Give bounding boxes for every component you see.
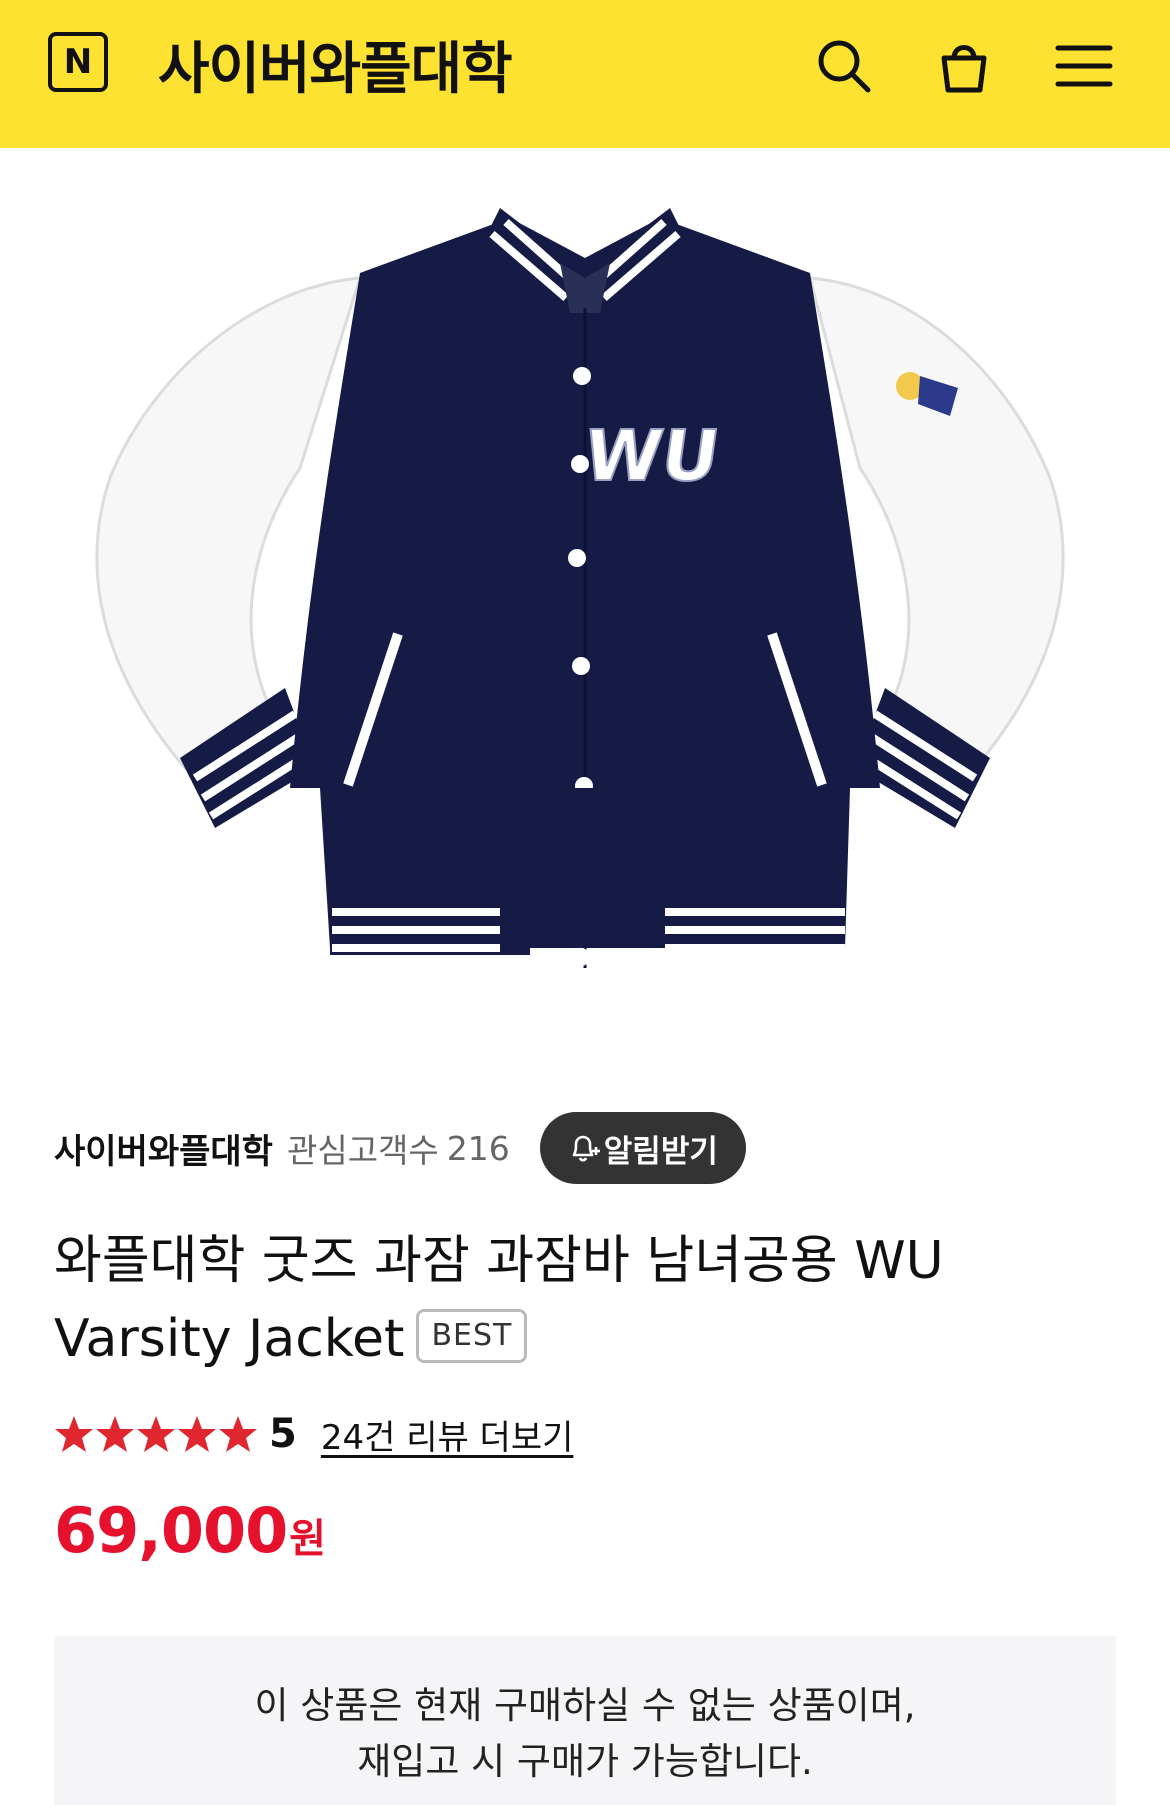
- naver-logo-icon[interactable]: N: [48, 32, 108, 92]
- rating-value: 5: [269, 1411, 297, 1457]
- star-icon: [178, 1416, 216, 1452]
- star-icon: [55, 1416, 93, 1452]
- product-image[interactable]: WU: [0, 148, 1170, 1058]
- product-title: 와플대학 굿즈 과잠 과잠바 남녀공용 WU Varsity Jacket BES…: [54, 1222, 1114, 1378]
- shopping-bag-icon[interactable]: [932, 34, 996, 98]
- bell-plus-icon: [572, 1135, 600, 1162]
- review-more-link[interactable]: 24건 리뷰 더보기: [321, 1410, 574, 1459]
- interest-count: 216: [446, 1128, 510, 1168]
- store-name-link[interactable]: 사이버와플대학: [54, 1124, 273, 1173]
- price-row: 69,000 원: [54, 1494, 326, 1567]
- menu-icon[interactable]: [1052, 34, 1116, 98]
- price-value: 69,000: [54, 1494, 288, 1567]
- store-title[interactable]: 사이버와플대학: [158, 24, 513, 105]
- star-icon: [137, 1416, 175, 1452]
- top-header: N 사이버와플대학: [0, 0, 1170, 148]
- alert-button-label: 알림받기: [603, 1133, 718, 1170]
- best-badge: BEST: [416, 1309, 528, 1363]
- store-info-row: 사이버와플대학 관심고객수 216 알림받기: [54, 1112, 746, 1184]
- svg-text:WU: WU: [579, 415, 724, 497]
- rating-row: 5 24건 리뷰 더보기: [54, 1406, 573, 1462]
- interest-label: 관심고객수: [286, 1131, 439, 1170]
- notice-line-1: 이 상품은 현재 구매하실 수 없는 상품이며,: [254, 1684, 916, 1727]
- star-icon: [96, 1416, 134, 1452]
- soldout-notice: 이 상품은 현재 구매하실 수 없는 상품이며, 재입고 시 구매가 가능합니다…: [54, 1636, 1116, 1805]
- notice-line-2: 재입고 시 구매가 가능합니다.: [357, 1740, 813, 1783]
- alert-subscribe-button[interactable]: 알림받기: [539, 1112, 746, 1184]
- star-rating: [54, 1414, 259, 1454]
- price-currency: 원: [289, 1516, 327, 1562]
- star-icon: [219, 1416, 257, 1452]
- search-icon[interactable]: [812, 34, 876, 98]
